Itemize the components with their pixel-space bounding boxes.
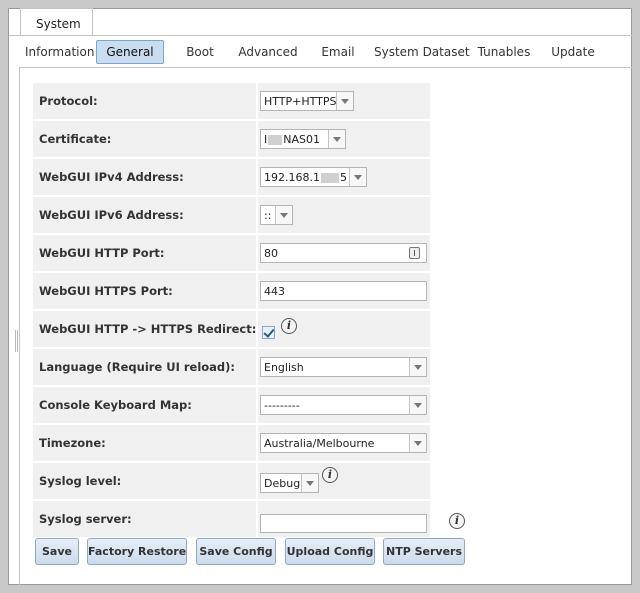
- ipv6-label: WebGUI IPv6 Address:: [33, 197, 256, 233]
- tab-system-dataset[interactable]: System Dataset: [374, 40, 470, 64]
- protocol-label: Protocol:: [33, 83, 256, 119]
- tab-information[interactable]: Information: [25, 40, 94, 64]
- redaction-mask: [268, 135, 283, 145]
- protocol-value: HTTP+HTTPS: [264, 95, 337, 108]
- ipv4-label: WebGUI IPv4 Address:: [33, 159, 256, 195]
- redirect-label: WebGUI HTTP -> HTTPS Redirect:: [33, 311, 256, 347]
- syslog-server-label: Syslog server:: [33, 501, 256, 537]
- chevron-down-icon: [409, 396, 426, 414]
- certificate-row: Certificate: I NAS01: [33, 121, 430, 157]
- https-port-value: 443: [264, 285, 285, 298]
- system-window: System Information General Boot Advanced…: [8, 8, 633, 585]
- factory-restore-button[interactable]: Factory Restore: [87, 538, 187, 565]
- syslog-level-select[interactable]: Debug: [260, 473, 319, 493]
- settings-tabs: Information General Boot Advanced Email …: [9, 35, 633, 69]
- syslog-level-label: Syslog level:: [33, 463, 256, 499]
- https-port-label: WebGUI HTTPS Port:: [33, 273, 256, 309]
- ipv4-select[interactable]: 192.168.1 5: [260, 167, 367, 187]
- timezone-value: Australia/Melbourne: [264, 437, 375, 450]
- certificate-label: Certificate:: [33, 121, 256, 157]
- ntp-servers-button[interactable]: NTP Servers: [383, 538, 465, 565]
- http-port-input[interactable]: 80: [260, 243, 427, 263]
- ipv4-value-suffix: 5: [339, 171, 347, 184]
- keyboard-row: Console Keyboard Map: ---------: [33, 387, 430, 423]
- save-button[interactable]: Save: [35, 538, 79, 565]
- syslog-level-row: Syslog level: Debug i: [33, 463, 430, 499]
- chevron-down-icon: [301, 474, 318, 492]
- chevron-down-icon: [328, 130, 345, 148]
- timezone-row: Timezone: Australia/Melbourne: [33, 425, 430, 461]
- ipv6-row: WebGUI IPv6 Address: ::: [33, 197, 430, 233]
- ipv6-value: ::: [264, 209, 272, 222]
- info-icon[interactable]: i: [449, 513, 465, 529]
- language-label: Language (Require UI reload):: [33, 349, 256, 385]
- spinner-icon[interactable]: [409, 247, 420, 259]
- ipv4-value-prefix: 192.168.1: [264, 171, 320, 184]
- chevron-down-icon: [409, 434, 426, 452]
- timezone-select[interactable]: Australia/Melbourne: [260, 433, 427, 453]
- redirect-row: WebGUI HTTP -> HTTPS Redirect: i: [33, 311, 430, 347]
- resize-handle[interactable]: [15, 330, 18, 352]
- protocol-row: Protocol: HTTP+HTTPS: [33, 83, 430, 119]
- redirect-checkbox[interactable]: [262, 326, 275, 339]
- timezone-label: Timezone:: [33, 425, 256, 461]
- tab-system[interactable]: System: [20, 8, 93, 36]
- ipv4-row: WebGUI IPv4 Address: 192.168.1 5: [33, 159, 430, 195]
- syslog-server-row: Syslog server:: [33, 501, 430, 537]
- tab-tunables[interactable]: Tunables: [477, 40, 531, 64]
- http-port-label: WebGUI HTTP Port:: [33, 235, 256, 271]
- protocol-select[interactable]: HTTP+HTTPS: [260, 91, 354, 111]
- https-port-row: WebGUI HTTPS Port: 443: [33, 273, 430, 309]
- language-select[interactable]: English: [260, 357, 427, 377]
- language-value: English: [264, 361, 304, 374]
- language-row: Language (Require UI reload): English: [33, 349, 430, 385]
- ipv6-select[interactable]: ::: [260, 205, 293, 225]
- tab-advanced[interactable]: Advanced: [237, 40, 299, 64]
- http-port-row: WebGUI HTTP Port: 80: [33, 235, 430, 271]
- tab-email[interactable]: Email: [318, 40, 358, 64]
- chevron-down-icon: [349, 168, 366, 186]
- keyboard-label: Console Keyboard Map:: [33, 387, 256, 423]
- tab-update[interactable]: Update: [550, 40, 596, 64]
- info-icon[interactable]: i: [322, 467, 338, 483]
- chevron-down-icon: [336, 92, 353, 110]
- http-port-value: 80: [264, 247, 278, 260]
- keyboard-value: ---------: [264, 399, 300, 412]
- general-settings-panel: Protocol: HTTP+HTTPS Certificate: I NAS01…: [15, 67, 632, 585]
- certificate-select[interactable]: I NAS01: [260, 129, 346, 149]
- chevron-down-icon: [409, 358, 426, 376]
- info-icon[interactable]: i: [281, 318, 297, 334]
- chevron-down-icon: [275, 206, 292, 224]
- tab-boot[interactable]: Boot: [181, 40, 219, 64]
- syslog-level-value: Debug: [264, 477, 301, 490]
- certificate-value-prefix: I: [264, 133, 268, 146]
- upload-config-button[interactable]: Upload Config: [285, 538, 375, 565]
- https-port-input[interactable]: 443: [260, 281, 427, 301]
- redaction-mask: [320, 173, 339, 183]
- keyboard-select[interactable]: ---------: [260, 395, 427, 415]
- certificate-value-suffix: NAS01: [283, 133, 320, 146]
- save-config-button[interactable]: Save Config: [196, 538, 276, 565]
- syslog-server-input[interactable]: [260, 514, 427, 533]
- tab-general[interactable]: General: [96, 40, 164, 64]
